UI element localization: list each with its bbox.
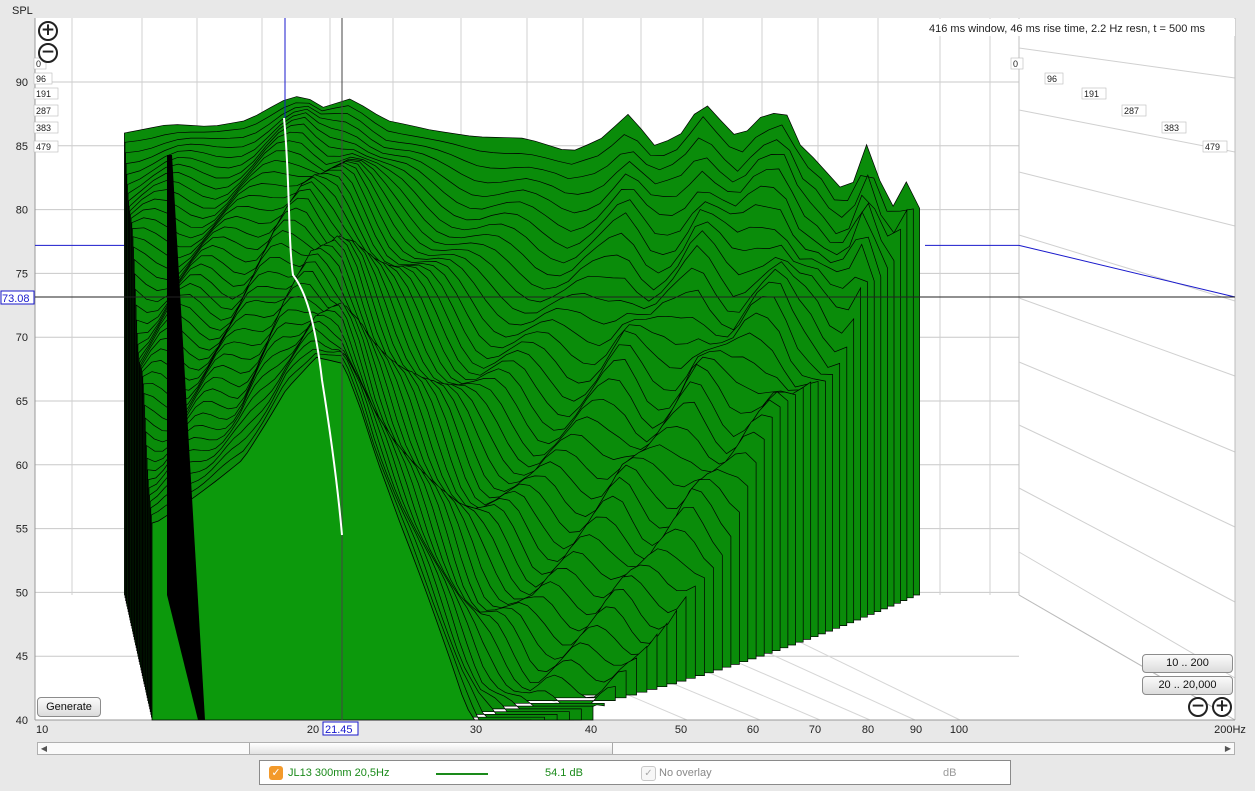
time-label-right: 479 — [1205, 142, 1220, 152]
x-tick-label: 60 — [747, 724, 759, 736]
scrollbar-thumb[interactable] — [249, 743, 613, 754]
time-label-right: 191 — [1084, 89, 1099, 99]
time-label-right: 383 — [1164, 123, 1179, 133]
y-tick-label: 45 — [16, 651, 28, 663]
cursor-freq-label: 21.45 — [325, 724, 353, 736]
y-axis-label: SPL — [12, 5, 33, 17]
zoom-out-icon-bottom[interactable]: − — [1188, 697, 1208, 717]
time-label-right: 287 — [1124, 106, 1139, 116]
x-tick-label: 100 — [950, 724, 968, 736]
legend-line-swatch — [436, 773, 488, 775]
time-label-left: 479 — [36, 142, 51, 152]
x-axis-ticks: 10 20 30 40 50 60 70 80 90 100 200Hz — [36, 724, 1246, 736]
generate-button[interactable]: Generate — [37, 697, 101, 717]
x-tick-label: 40 — [585, 724, 597, 736]
time-label-left: 96 — [36, 74, 46, 84]
waterfall-slices — [124, 96, 920, 721]
y-axis-ticks: 40 45 50 55 60 65 70 75 80 85 90 — [16, 77, 28, 727]
y-tick-label: 40 — [16, 715, 28, 727]
x-tick-label: 200Hz — [1214, 724, 1246, 736]
range-10-200-button[interactable]: 10 .. 200 — [1142, 654, 1233, 673]
x-tick-label: 80 — [862, 724, 874, 736]
y-tick-label: 75 — [16, 268, 28, 280]
horizontal-scrollbar[interactable]: ◀ ▶ — [37, 742, 1235, 755]
unit-label: dB — [943, 767, 957, 779]
legend-level: 54.1 dB — [545, 767, 583, 779]
chart-title: 416 ms window, 46 ms rise time, 2.2 Hz r… — [929, 23, 1206, 35]
cursor-spl-label: 73.08 — [2, 293, 30, 305]
x-tick-label: 10 — [36, 724, 48, 736]
time-label-right: 0 — [1013, 59, 1018, 69]
range-20-20000-button[interactable]: 20 .. 20,000 — [1142, 676, 1233, 695]
overlay-label: No overlay — [659, 767, 712, 779]
y-tick-label: 85 — [16, 141, 28, 153]
y-tick-label: 55 — [16, 524, 28, 536]
zoom-in-icon-top[interactable]: + — [38, 21, 58, 41]
x-tick-label: 50 — [675, 724, 687, 736]
y-tick-label: 90 — [16, 77, 28, 89]
overlay-checkbox[interactable]: ✓ — [641, 766, 656, 781]
time-label-left: 383 — [36, 123, 51, 133]
x-tick-label: 70 — [809, 724, 821, 736]
x-tick-label: 20 — [307, 724, 319, 736]
zoom-in-icon-bottom[interactable]: + — [1212, 697, 1232, 717]
waterfall-chart[interactable]: 40 45 50 55 60 65 70 75 80 85 90 10 20 30 40 50 60 70 80 9… — [0, 0, 1255, 791]
y-tick-label: 60 — [16, 460, 28, 472]
time-label-right: 96 — [1047, 74, 1057, 84]
scroll-left-icon[interactable]: ◀ — [39, 744, 49, 754]
x-tick-label: 30 — [470, 724, 482, 736]
time-label-left: 191 — [36, 89, 51, 99]
legend-checkbox[interactable]: ✓ — [269, 766, 283, 780]
x-tick-label: 90 — [910, 724, 922, 736]
y-tick-label: 65 — [16, 396, 28, 408]
time-label-left: 287 — [36, 106, 51, 116]
scroll-right-icon[interactable]: ▶ — [1223, 744, 1233, 754]
legend-bar: ✓ JL13 300mm 20,5Hz 54.1 dB ✓ No overlay… — [259, 760, 1011, 785]
y-tick-label: 50 — [16, 587, 28, 599]
legend-measurement-name[interactable]: JL13 300mm 20,5Hz — [288, 767, 390, 779]
y-tick-label: 80 — [16, 205, 28, 217]
zoom-out-icon-top[interactable]: − — [38, 43, 58, 63]
y-tick-label: 70 — [16, 332, 28, 344]
